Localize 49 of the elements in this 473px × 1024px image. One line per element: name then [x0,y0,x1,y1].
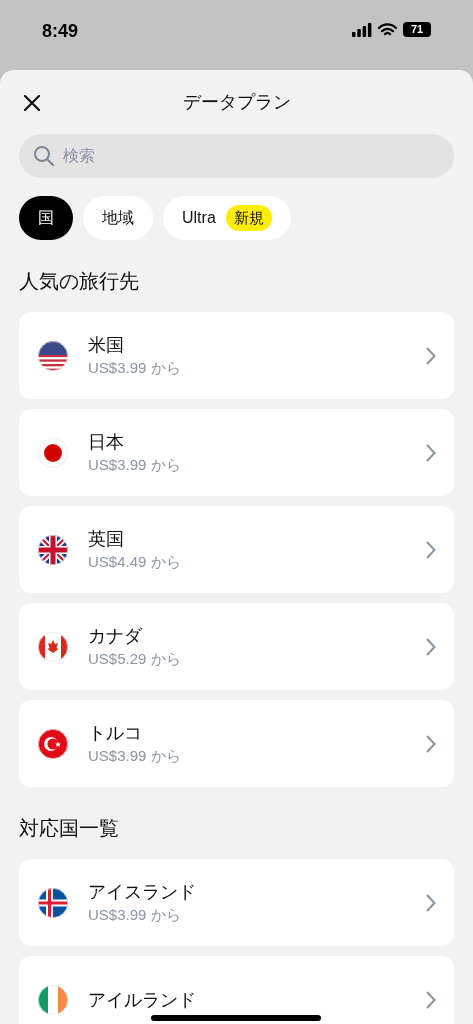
battery-indicator: 71 [403,22,431,37]
flag-icon [38,437,68,468]
country-name: アイスランド [88,880,197,904]
flag-icon [38,728,68,759]
country-card[interactable]: カナダ US$5.29 から [19,603,454,690]
chevron-right-icon [426,990,436,1009]
price-text: US$5.29 から [88,648,182,669]
close-icon [23,94,41,112]
price-text: US$3.99 から [88,904,182,925]
status-time: 8:49 [42,20,79,43]
country-name: 米国 [88,333,125,357]
country-card[interactable]: アイルランド [19,956,454,1024]
flag-icon [38,631,68,662]
search-field[interactable]: 検索 [19,134,454,178]
country-name: 英国 [88,527,125,551]
chevron-right-icon [426,893,436,912]
close-button[interactable] [21,92,43,114]
country-name: カナダ [88,624,143,648]
price-text: US$3.99 から [88,454,182,475]
new-badge: 新規 [225,204,272,232]
chevron-right-icon [426,443,436,462]
price-text: US$4.49 から [88,551,182,572]
country-card[interactable]: アイスランド US$3.99 から [19,859,454,946]
search-icon [33,145,55,167]
flag-icon [38,340,68,371]
country-name: 日本 [88,430,125,454]
country-card[interactable]: トルコ US$3.99 から [19,700,454,787]
section-heading: 人気の旅行先 [19,269,140,294]
price-text: US$3.99 から [88,745,182,766]
wifi-icon [378,22,397,37]
filter-chip[interactable]: 地域 [83,196,153,240]
country-card[interactable]: 日本 US$3.99 から [19,409,454,496]
signal-icon [352,22,372,37]
country-card[interactable]: 英国 US$4.49 から [19,506,454,593]
country-name: トルコ [88,721,143,745]
flag-icon [38,534,68,565]
chevron-right-icon [426,637,436,656]
chevron-right-icon [426,734,436,753]
country-card[interactable]: 米国 US$3.99 から [19,312,454,399]
price-text: US$3.99 から [88,357,182,378]
chevron-right-icon [426,540,436,559]
sheet-title: データプラン [182,90,291,114]
flag-icon [38,984,68,1015]
flag-icon [38,887,68,918]
chevron-right-icon [426,346,436,365]
country-name: アイルランド [88,988,197,1012]
section-heading: 対応国一覧 [19,816,120,841]
filter-chip[interactable]: Ultra 新規 [163,196,291,240]
filter-chip[interactable]: 国 [19,196,73,240]
